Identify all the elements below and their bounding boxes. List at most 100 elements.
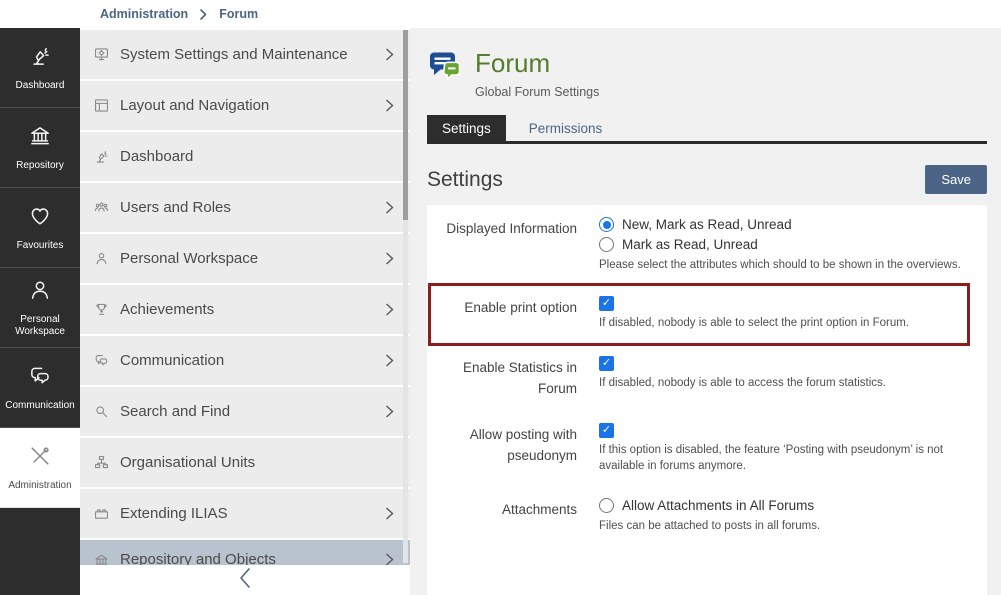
chevron-right-icon	[383, 404, 396, 419]
bank-icon	[93, 551, 110, 566]
section-header: Settings Save	[427, 165, 987, 194]
object-header: Forum Global Forum Settings	[427, 48, 987, 99]
field-label: Displayed Information	[427, 217, 577, 273]
admin-menu-panel: System Settings and Maintenance Layout a…	[80, 28, 410, 595]
trophy-icon	[93, 301, 110, 318]
menu-item-extending-ilias[interactable]: Extending ILIAS	[80, 489, 410, 538]
section-title: Settings	[427, 168, 503, 192]
monitor-gear-icon	[93, 46, 110, 63]
field-help: If this option is disabled, the feature …	[599, 442, 987, 474]
menu-item-label: Layout and Navigation	[120, 97, 383, 114]
sidebar-item-favourites[interactable]: Favourites	[0, 188, 80, 268]
breadcrumb-administration[interactable]: Administration	[100, 7, 188, 21]
admin-menu-list: System Settings and Maintenance Layout a…	[80, 28, 410, 566]
tab-permissions[interactable]: Permissions	[514, 115, 618, 141]
org-chart-icon	[93, 454, 110, 471]
sidebar-item-administration[interactable]: Administration	[0, 428, 80, 508]
brick-icon	[93, 505, 110, 522]
radio-selected-icon[interactable]	[599, 217, 614, 232]
menu-item-label: Achievements	[120, 301, 383, 318]
menu-item-label: Organisational Units	[120, 454, 396, 471]
forum-icon	[427, 48, 463, 86]
field-help: If disabled, nobody is able to access th…	[599, 375, 987, 391]
save-button[interactable]: Save	[925, 165, 987, 194]
sidebar-item-repository[interactable]: Repository	[0, 108, 80, 188]
radio-option-new-mark-read-unread[interactable]: New, Mark as Read, Unread	[599, 217, 987, 232]
sidebar-item-personal-workspace[interactable]: Personal Workspace	[0, 268, 80, 348]
top-bar: Administration Forum	[0, 0, 1001, 28]
chevron-right-icon	[383, 47, 396, 62]
person-icon	[93, 250, 110, 267]
crossed-tools-icon	[27, 443, 53, 474]
page-title: Forum	[475, 48, 599, 78]
form-row-enable-print-option: Enable print option ✓ If disabled, nobod…	[431, 296, 967, 331]
lamp-icon	[93, 148, 110, 165]
form-row-displayed-information: Displayed Information New, Mark as Read,…	[427, 217, 987, 273]
chevron-left-icon	[237, 567, 253, 594]
page-subtitle: Global Forum Settings	[475, 85, 599, 99]
layout-icon	[93, 97, 110, 114]
menu-item-layout-navigation[interactable]: Layout and Navigation	[80, 81, 410, 130]
radio-unselected-icon[interactable]	[599, 498, 614, 513]
menu-item-label: Repository and Objects	[120, 551, 383, 566]
radio-option-allow-attachments[interactable]: Allow Attachments in All Forums	[599, 498, 987, 513]
checkbox-checked-icon[interactable]: ✓	[599, 423, 614, 438]
sidebar-item-communication[interactable]: Communication	[0, 348, 80, 428]
sidebar-item-label: Personal Workspace	[0, 314, 80, 338]
field-help: Files can be attached to posts in all fo…	[599, 518, 987, 534]
settings-form: Displayed Information New, Mark as Read,…	[427, 205, 987, 595]
menu-item-dashboard[interactable]: Dashboard	[80, 132, 410, 181]
tab-bar: Settings Permissions	[427, 115, 987, 144]
field-help: Please select the attributes which shoul…	[599, 257, 987, 273]
object-header-text: Forum Global Forum Settings	[475, 48, 599, 99]
chevron-right-icon	[383, 98, 396, 113]
checkbox-checked-icon[interactable]: ✓	[599, 296, 614, 311]
magnifier-icon	[93, 403, 110, 420]
menu-item-repository-objects[interactable]: Repository and Objects	[80, 540, 410, 566]
chevron-right-icon	[383, 506, 396, 521]
field-label: Enable print option	[431, 296, 577, 331]
radio-option-mark-read-unread[interactable]: Mark as Read, Unread	[599, 237, 987, 252]
scrollbar-thumb[interactable]	[403, 30, 408, 220]
sidebar-item-label: Favourites	[14, 240, 67, 252]
chevron-right-icon	[383, 552, 396, 566]
main-content: Forum Global Forum Settings Settings Per…	[410, 28, 1001, 595]
menu-item-label: Search and Find	[120, 403, 383, 420]
ilias-admin-forum-page: Administration Forum Dashboard Repositor…	[0, 0, 1001, 595]
sidebar-item-label: Administration	[5, 480, 74, 492]
menu-item-system-settings[interactable]: System Settings and Maintenance	[80, 30, 410, 79]
form-row-enable-statistics: Enable Statistics in Forum ✓ If disabled…	[427, 356, 987, 399]
sidebar-item-label: Communication	[2, 400, 77, 412]
form-row-attachments: Attachments Allow Attachments in All For…	[427, 498, 987, 534]
menu-item-achievements[interactable]: Achievements	[80, 285, 410, 334]
menu-item-label: System Settings and Maintenance	[120, 46, 383, 63]
menu-item-organisational-units[interactable]: Organisational Units	[80, 438, 410, 487]
tab-settings[interactable]: Settings	[427, 115, 506, 141]
chevron-right-icon	[383, 251, 396, 266]
users-group-icon	[93, 199, 110, 216]
highlight-annotation-box: Enable print option ✓ If disabled, nobod…	[428, 283, 970, 346]
menu-item-label: Extending ILIAS	[120, 505, 383, 522]
main-nav-sidebar: Dashboard Repository Favourites Personal…	[0, 28, 80, 595]
menu-item-label: Dashboard	[120, 148, 396, 165]
sidebar-item-dashboard[interactable]: Dashboard	[0, 28, 80, 108]
field-help: If disabled, nobody is able to select th…	[599, 315, 967, 331]
field-label: Enable Statistics in Forum	[427, 356, 577, 399]
checkbox-checked-icon[interactable]: ✓	[599, 356, 614, 371]
radio-unselected-icon[interactable]	[599, 237, 614, 252]
chevron-right-icon	[198, 9, 209, 20]
menu-item-label: Communication	[120, 352, 383, 369]
collapse-panel-button[interactable]	[80, 565, 410, 595]
menu-item-communication[interactable]: Communication	[80, 336, 410, 385]
form-row-allow-pseudonym: Allow posting with pseudonym ✓ If this o…	[427, 423, 987, 474]
chevron-right-icon	[383, 302, 396, 317]
field-label: Allow posting with pseudonym	[427, 423, 577, 474]
breadcrumb-forum[interactable]: Forum	[219, 7, 258, 21]
menu-item-users-roles[interactable]: Users and Roles	[80, 183, 410, 232]
menu-item-search-find[interactable]: Search and Find	[80, 387, 410, 436]
field-label: Attachments	[427, 498, 577, 534]
menu-item-label: Users and Roles	[120, 199, 383, 216]
menu-item-personal-workspace[interactable]: Personal Workspace	[80, 234, 410, 283]
breadcrumb: Administration Forum	[100, 0, 258, 28]
sidebar-item-label: Repository	[13, 160, 67, 172]
